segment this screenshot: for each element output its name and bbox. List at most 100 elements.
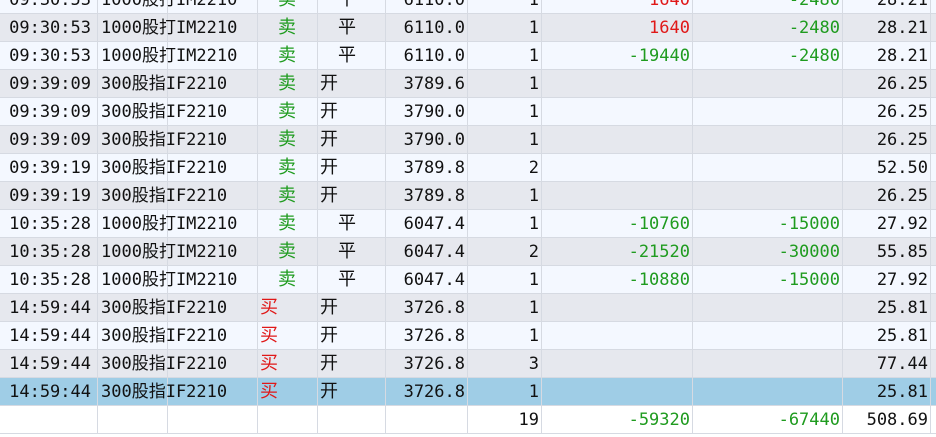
edge-cell [931, 322, 936, 350]
price-cell: 6110.0 [386, 42, 468, 70]
edge-cell [931, 98, 936, 126]
trade-time-cell: 14:59:44 [0, 294, 98, 322]
contract-name-overflow-cell [168, 266, 258, 294]
price-cell: 6047.4 [386, 238, 468, 266]
trade-time-cell: 09:39:09 [0, 98, 98, 126]
quantity-cell: 1 [468, 42, 542, 70]
price-cell: 3790.0 [386, 98, 468, 126]
contract-name-cell: 300股指IF2210 [98, 350, 227, 378]
contract-name-overflow-cell [168, 0, 258, 14]
quantity-cell: 2 [468, 238, 542, 266]
close-pnl-cell: -10880 [542, 266, 693, 294]
close-pnl-cell [542, 98, 693, 126]
direction-cell: 买 [258, 378, 318, 406]
fee-cell: 52.50 [843, 154, 931, 182]
contract-name-cell: 300股指IF2210 [98, 378, 227, 406]
position-pnl-cell: -15000 [693, 210, 843, 238]
price-cell: 3726.8 [386, 350, 468, 378]
direction-cell: 卖 [258, 238, 318, 266]
quantity-cell: 1 [468, 266, 542, 294]
open-close-cell: 平 [318, 266, 386, 294]
close-pnl-cell: 1640 [542, 14, 693, 42]
trade-time-cell: 10:35:28 [0, 238, 98, 266]
fee-cell: 28.21 [843, 0, 931, 14]
position-pnl-cell: -30000 [693, 238, 843, 266]
fee-cell: 27.92 [843, 266, 931, 294]
contract-name-overflow-cell [168, 350, 258, 378]
table-row[interactable]: 09:30:531000股打IM2210 卖平6110.011640-248028… [0, 0, 936, 14]
trade-time-cell: 10:35:28 [0, 266, 98, 294]
table-row[interactable]: 09:39:09 300股指IF2210 卖开 3790.0 1 26.25 [0, 98, 936, 126]
contract-name-cell: 300股指IF2210 [98, 322, 227, 350]
total-close-pnl: -59320 [542, 406, 693, 434]
fee-cell: 77.44 [843, 350, 931, 378]
price-cell: 3789.8 [386, 154, 468, 182]
price-cell: 6110.0 [386, 14, 468, 42]
contract-name-overflow-cell [168, 42, 258, 70]
contract-name-cell: 1000股打IM2210 [98, 266, 237, 294]
price-cell: 6047.4 [386, 210, 468, 238]
quantity-cell: 1 [468, 210, 542, 238]
table-row[interactable]: 09:39:19 300股指IF2210 卖开 3789.8 2 52.50 [0, 154, 936, 182]
totals-blank-cell [0, 406, 98, 434]
close-pnl-cell [542, 378, 693, 406]
edge-cell [931, 42, 936, 70]
contract-name-cell: 1000股打IM2210 [98, 42, 237, 70]
position-pnl-cell [693, 70, 843, 98]
table-row[interactable]: 10:35:28 1000股打IM2210 卖平 6047.4 1 -10760 -1500… [0, 210, 936, 238]
table-row-selected[interactable]: 14:59:44 300股指IF2210 买开 3726.8 1 25.81 [0, 378, 936, 406]
fee-cell: 26.25 [843, 126, 931, 154]
fee-cell: 28.21 [843, 42, 931, 70]
open-close-cell: 开 [318, 126, 386, 154]
table-row[interactable]: 09:39:19 300股指IF2210 卖开 3789.8 1 26.25 [0, 182, 936, 210]
table-row[interactable]: 09:30:531000股打IM2210 卖平6110.011640-248028… [0, 14, 936, 42]
table-row[interactable]: 14:59:44 300股指IF2210 买开 3726.8 1 25.81 [0, 322, 936, 350]
direction-cell: 卖 [258, 126, 318, 154]
edge-cell [931, 350, 936, 378]
contract-name-overflow-cell [168, 70, 258, 98]
table-row[interactable]: 09:30:53 1000股打IM2210 卖平 6110.0 1 -19440 -2480… [0, 42, 936, 70]
table-row[interactable]: 09:39:09 300股指IF2210 卖开 3790.0 1 26.25 [0, 126, 936, 154]
table-row[interactable]: 10:35:28 1000股打IM2210 卖平 6047.4 2 -21520 -3000… [0, 238, 936, 266]
open-close-cell: 开 [318, 70, 386, 98]
table-row[interactable]: 14:59:44 300股指IF2210 买开 3726.8 3 77.44 [0, 350, 936, 378]
direction-cell: 卖 [258, 266, 318, 294]
open-close-cell: 开 [318, 378, 386, 406]
price-cell: 6047.4 [386, 266, 468, 294]
quantity-cell: 1 [468, 126, 542, 154]
contract-name-overflow-cell [168, 294, 258, 322]
totals-blank-cell [258, 406, 318, 434]
price-cell: 6110.0 [386, 0, 468, 14]
close-pnl-cell: -10760 [542, 210, 693, 238]
open-close-cell: 开 [318, 322, 386, 350]
direction-cell: 卖 [258, 42, 318, 70]
direction-cell: 买 [258, 322, 318, 350]
edge-cell [931, 266, 936, 294]
position-pnl-cell [693, 126, 843, 154]
contract-name-overflow-cell [168, 378, 258, 406]
quantity-cell: 1 [468, 182, 542, 210]
totals-blank-cell [386, 406, 468, 434]
open-close-cell: 开 [318, 294, 386, 322]
contract-name-overflow-cell [168, 182, 258, 210]
edge-cell [931, 378, 936, 406]
trade-time-cell: 09:30:53 [0, 14, 98, 42]
table-row[interactable]: 14:59:44 300股指IF2210 买开 3726.8 1 25.81 [0, 294, 936, 322]
contract-name-cell: 1000股打IM2210 [98, 14, 237, 42]
trade-time-cell: 09:39:09 [0, 70, 98, 98]
trade-records-grid: 09:30:531000股打IM2210卖平6110.011640-248028… [0, 0, 936, 437]
close-pnl-cell [542, 294, 693, 322]
edge-cell [931, 70, 936, 98]
open-close-cell: 平 [318, 238, 386, 266]
contract-name-cell: 300股指IF2210 [98, 98, 227, 126]
close-pnl-cell: -19440 [542, 42, 693, 70]
price-cell: 3726.8 [386, 294, 468, 322]
table-row[interactable]: 09:39:09 300股指IF2210 卖开 3789.6 1 26.25 [0, 70, 936, 98]
total-quantity: 19 [468, 406, 542, 434]
edge-cell [931, 182, 936, 210]
direction-cell: 卖 [258, 70, 318, 98]
table-row[interactable]: 10:35:28 1000股打IM2210 卖平 6047.4 1 -10880 -1500… [0, 266, 936, 294]
trade-time-cell: 14:59:44 [0, 350, 98, 378]
close-pnl-cell: 1640 [542, 0, 693, 14]
trade-time-cell: 14:59:44 [0, 378, 98, 406]
